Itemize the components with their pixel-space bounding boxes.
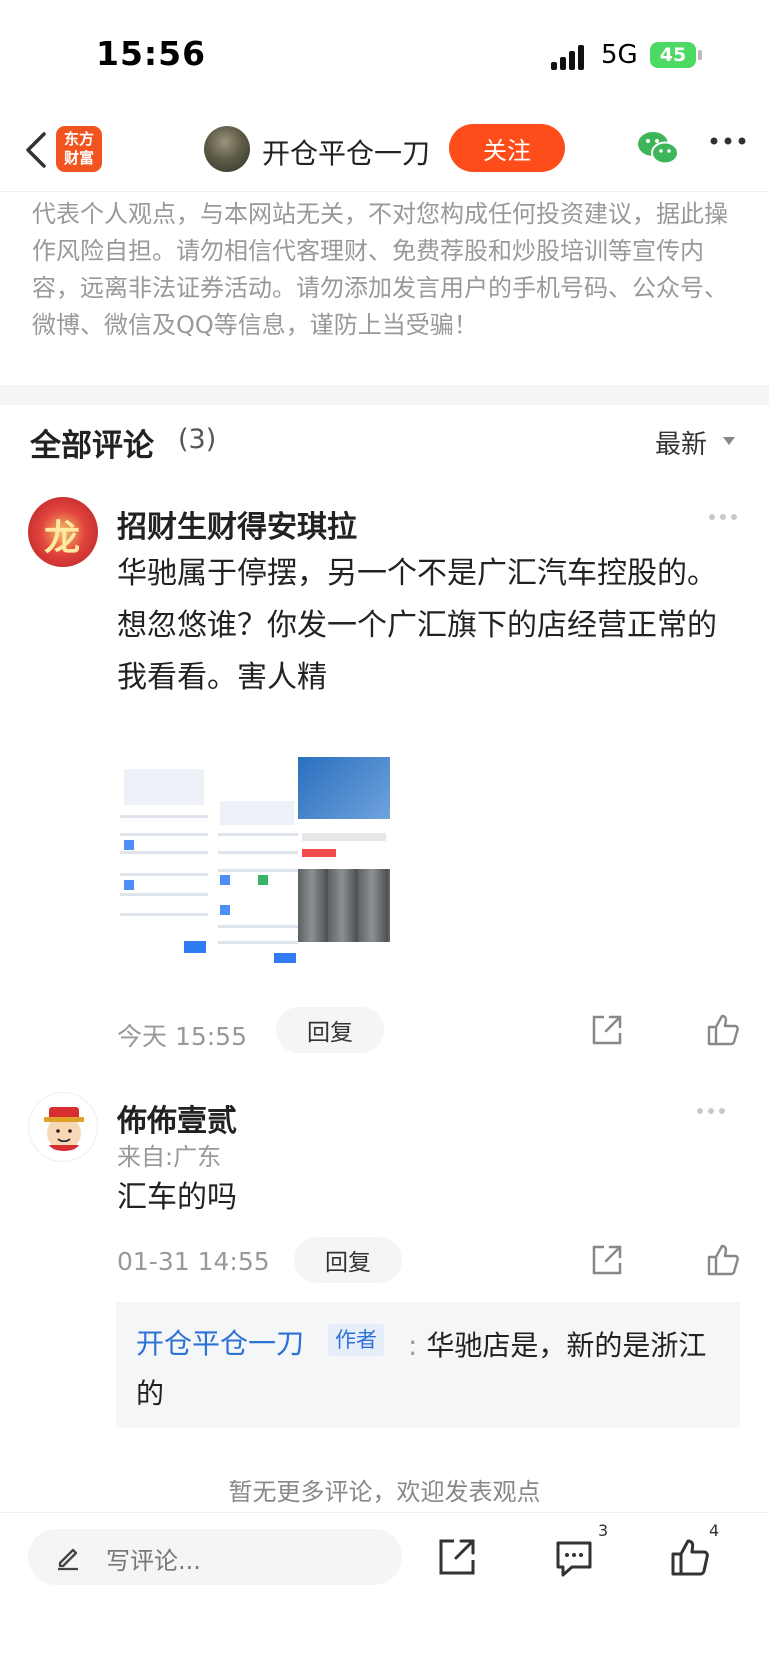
like-icon[interactable]	[706, 1013, 740, 1047]
battery-level: 45	[659, 44, 687, 66]
author-avatar[interactable]	[204, 126, 250, 172]
more-icon[interactable]	[696, 1107, 726, 1115]
battery-tip	[698, 50, 702, 60]
signal-icon	[551, 44, 585, 70]
commenter-name[interactable]: 佈佈壹贰	[117, 1096, 237, 1140]
pen-icon	[58, 1548, 78, 1571]
follow-button[interactable]: 关注	[449, 124, 565, 172]
comment-icon[interactable]	[554, 1539, 594, 1579]
like-icon[interactable]	[706, 1243, 740, 1277]
comment-time: 今天 15:55	[117, 1022, 247, 1051]
no-more-comments: 暂无更多评论，欢迎发表观点	[228, 1478, 541, 1506]
comments-title: 全部评论	[30, 428, 154, 464]
bottom-bar: 写评论... 3 4	[0, 1512, 769, 1665]
author-badge: 作者	[328, 1324, 384, 1356]
like-icon[interactable]	[670, 1537, 710, 1577]
chevron-down-icon[interactable]	[723, 437, 735, 445]
commenter-location: 来自:广东	[117, 1143, 222, 1171]
wechat-icon[interactable]	[636, 128, 680, 168]
share-icon[interactable]	[437, 1537, 477, 1577]
share-icon[interactable]	[590, 1013, 624, 1047]
sort-dropdown[interactable]: 最新	[655, 424, 707, 461]
like-count-badge: 4	[709, 1521, 720, 1540]
comment-input[interactable]	[28, 1529, 402, 1585]
comment-time: 01-31 14:55	[117, 1247, 270, 1276]
nested-reply-separator: :	[408, 1329, 418, 1362]
nested-reply-author[interactable]: 开仓平仓一刀	[136, 1322, 304, 1362]
commenter-name[interactable]: 招财生财得安琪拉	[117, 502, 357, 546]
disclaimer-text: 代表个人观点，与本网站无关，不对您构成任何投资建议，据此操作风险自担。请勿相信代…	[32, 200, 728, 339]
logo-line1: 东方	[63, 130, 94, 148]
logo-line2: 财富	[63, 149, 94, 167]
comment-count-badge: 3	[598, 1521, 609, 1540]
section-divider	[0, 385, 769, 405]
battery-icon: 45	[650, 42, 696, 68]
author-username[interactable]: 开仓平仓一刀	[262, 132, 430, 172]
comments-count: (3)	[178, 424, 217, 455]
status-bar: 15:56 5G 45	[0, 0, 769, 110]
commenter-avatar[interactable]	[28, 1092, 98, 1162]
status-time: 15:56	[96, 34, 207, 73]
back-icon[interactable]	[20, 130, 56, 170]
comment-input-placeholder[interactable]: 写评论...	[106, 1541, 201, 1576]
nested-reply[interactable]: : 华驰店是，新的是浙江的 开仓平仓一刀 作者	[116, 1302, 740, 1428]
comment-text: 汇车的吗	[117, 1180, 237, 1215]
reply-button[interactable]: 回复	[276, 1007, 384, 1053]
share-icon[interactable]	[590, 1243, 624, 1277]
comment-image-thumbnail[interactable]	[298, 757, 390, 942]
network-label: 5G	[601, 40, 638, 70]
comment-image-thumbnail[interactable]	[218, 775, 298, 965]
comment-image-thumbnail[interactable]	[120, 755, 208, 960]
more-icon[interactable]	[708, 513, 738, 521]
commenter-avatar[interactable]	[28, 497, 98, 567]
comment-text: 华驰属于停摆，另一个不是广汇汽车控股的。想忽悠谁？你发一个广汇旗下的店经营正常的…	[117, 556, 717, 695]
nav-bar: 东方 财富 开仓平仓一刀 关注	[0, 110, 769, 192]
reply-button[interactable]: 回复	[294, 1237, 402, 1283]
more-icon[interactable]	[710, 136, 746, 146]
app-logo[interactable]: 东方 财富	[56, 126, 102, 172]
